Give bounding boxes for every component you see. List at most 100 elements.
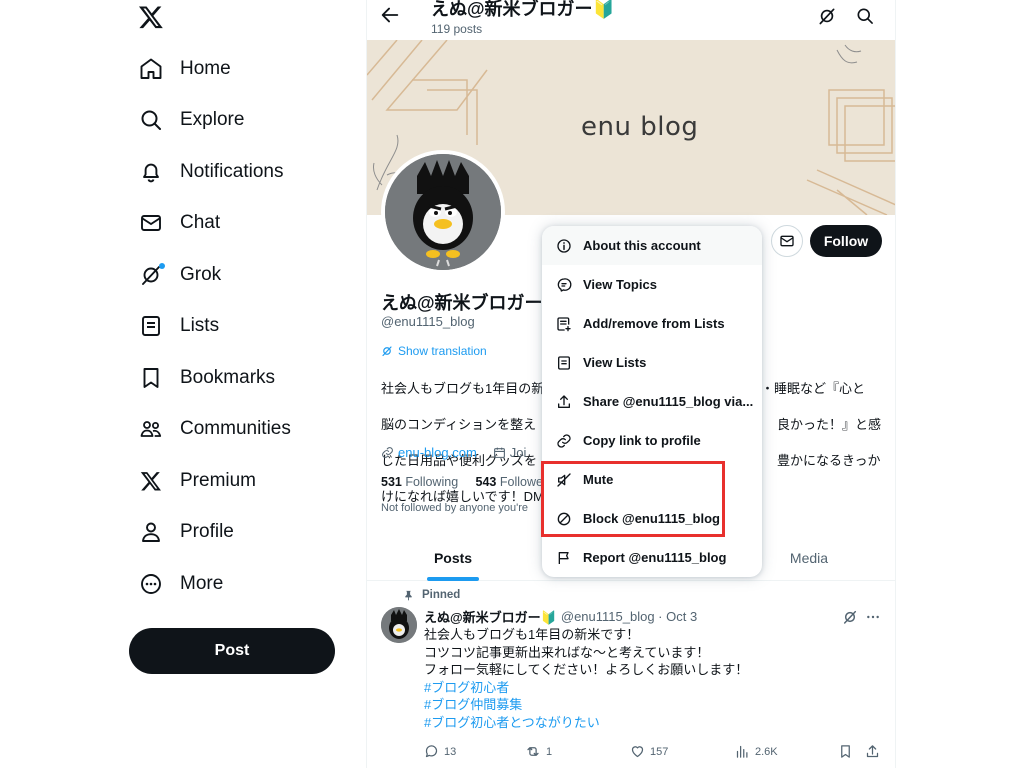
menu-item-mute[interactable]: Mute [542,460,762,499]
nav-premium[interactable]: Premium [138,459,256,503]
sidebar-nav: Home Explore Notifications Chat Grok Lis… [0,0,366,768]
nav-lists[interactable]: Lists [138,304,219,348]
tab-posts[interactable]: Posts [399,535,507,581]
bookmark-icon [138,365,164,391]
bookmark-button[interactable] [838,744,853,759]
following-count: 531 [381,475,402,489]
menu-item-about-account[interactable]: About this account [542,226,762,265]
menu-item-label: Block @enu1115_blog [583,511,720,526]
hashtag-link[interactable]: #ブログ仲間募集 [424,696,748,714]
grok-notification-dot [159,263,165,269]
pin-icon [403,590,414,601]
pinned-indicator: Pinned [403,589,460,601]
share-icon [865,744,880,759]
nav-more-label: More [180,573,224,594]
bell-icon [138,159,164,185]
menu-item-label: View Topics [583,277,657,292]
tab-media[interactable]: Media [769,535,849,581]
nav-profile-label: Profile [180,521,234,542]
show-translation-link[interactable]: Show translation [381,344,487,358]
nav-chat[interactable]: Chat [138,201,220,245]
profile-avatar[interactable] [381,150,505,274]
menu-item-label: Add/remove from Lists [583,316,725,331]
search-icon[interactable] [855,6,875,26]
tweet-line: 社会人もブログも1年目の新米です！ [424,627,640,642]
tweet-avatar[interactable] [381,607,417,643]
hashtag-link[interactable]: #ブログ初心者とつながりたい [424,714,748,732]
tweet-line: フォロー気軽にしてください！よろしくお願いします！ [424,662,749,678]
views-button[interactable]: 2.6K [735,744,778,759]
followers-label: Followe [499,475,543,489]
list-add-icon [556,316,572,332]
more-icon[interactable] [865,609,881,625]
grok-icon [381,345,393,357]
following-link[interactable]: 531 Following [381,475,458,489]
nav-home-label: Home [180,58,231,79]
hashtag-link[interactable]: #ブログ初心者 [424,679,748,697]
search-icon [138,107,164,133]
back-arrow-icon[interactable] [379,4,401,26]
nav-notifications[interactable]: Notifications [138,150,284,194]
followers-link[interactable]: 543 Followe [476,475,543,489]
profile-display-name: えぬ@新米ブロガー [381,293,543,313]
avatar-penguin-image [381,607,417,643]
mute-icon [556,472,572,488]
menu-item-block[interactable]: Block @enu1115_blog [542,499,762,538]
grok-icon [138,262,165,288]
menu-item-add-remove-lists[interactable]: Add/remove from Lists [542,304,762,343]
nav-home[interactable]: Home [138,47,231,91]
menu-item-view-topics[interactable]: View Topics [542,265,762,304]
bio-line-3-end: 豊かになるきっか [777,453,881,468]
grok-icon[interactable] [842,609,858,625]
menu-item-copy-link[interactable]: Copy link to profile [542,421,762,460]
profile-icon [138,519,164,545]
nav-bookmarks[interactable]: Bookmarks [138,356,275,400]
pinned-label: Pinned [422,589,461,601]
menu-item-view-lists[interactable]: View Lists [542,343,762,382]
repost-button[interactable]: 1 [525,744,552,759]
bio-line-2: 脳のコンディションを整え [381,417,537,432]
tweet-author-name[interactable]: えぬ@新米ブロガー🔰 [424,607,557,626]
repost-icon [525,744,541,759]
banner-text: enu blog [581,112,699,142]
like-button[interactable]: 157 [630,744,668,759]
website-link[interactable]: enu-blog.com [398,445,477,460]
avatar-penguin-image [385,154,501,270]
nav-communities-label: Communities [180,418,291,439]
not-followed-note: Not followed by anyone you're [381,502,529,514]
menu-item-label: View Lists [583,355,647,370]
follow-button[interactable]: Follow [810,225,882,257]
menu-item-report[interactable]: Report @enu1115_blog [542,538,762,577]
followers-count: 543 [475,475,497,489]
tweet-text: 社会人もブログも1年目の新米です！ コツコツ記事更新出来ればな〜と考えています！… [424,626,748,732]
nav-premium-label: Premium [180,470,257,491]
nav-notifications-label: Notifications [180,161,284,182]
nav-grok[interactable]: Grok [138,253,221,297]
nav-profile[interactable]: Profile [138,510,234,554]
message-button[interactable] [771,225,803,257]
tab-media-label: Media [789,550,829,566]
joined-date: Joi [509,445,527,460]
topics-icon [556,277,572,293]
share-button[interactable] [865,744,880,759]
show-translation-label: Show translation [398,344,487,358]
views-count: 2.6K [755,745,778,758]
nav-communities[interactable]: Communities [138,407,291,451]
menu-item-share[interactable]: Share @enu1115_blog via... [542,382,762,421]
share-icon [556,394,572,410]
tweet-handle-time[interactable]: @enu1115_blog · Oct 3 [561,609,697,624]
flag-icon [556,550,572,566]
tweet-line: コツコツ記事更新出来ればな〜と考えています！ [424,644,710,660]
nav-explore[interactable]: Explore [138,98,244,142]
post-button[interactable]: Post [129,628,335,674]
x-logo-icon[interactable] [138,4,164,30]
profile-more-menu: About this account View Topics Add/remov… [542,226,762,577]
link-icon [381,446,394,459]
reply-button[interactable]: 13 [424,744,456,759]
grok-icon[interactable] [817,6,837,26]
bookmark-icon [838,744,853,759]
menu-item-label: Copy link to profile [583,433,701,448]
menu-item-label: About this account [583,238,701,253]
nav-chat-label: Chat [180,212,221,233]
nav-more[interactable]: More [138,562,223,606]
